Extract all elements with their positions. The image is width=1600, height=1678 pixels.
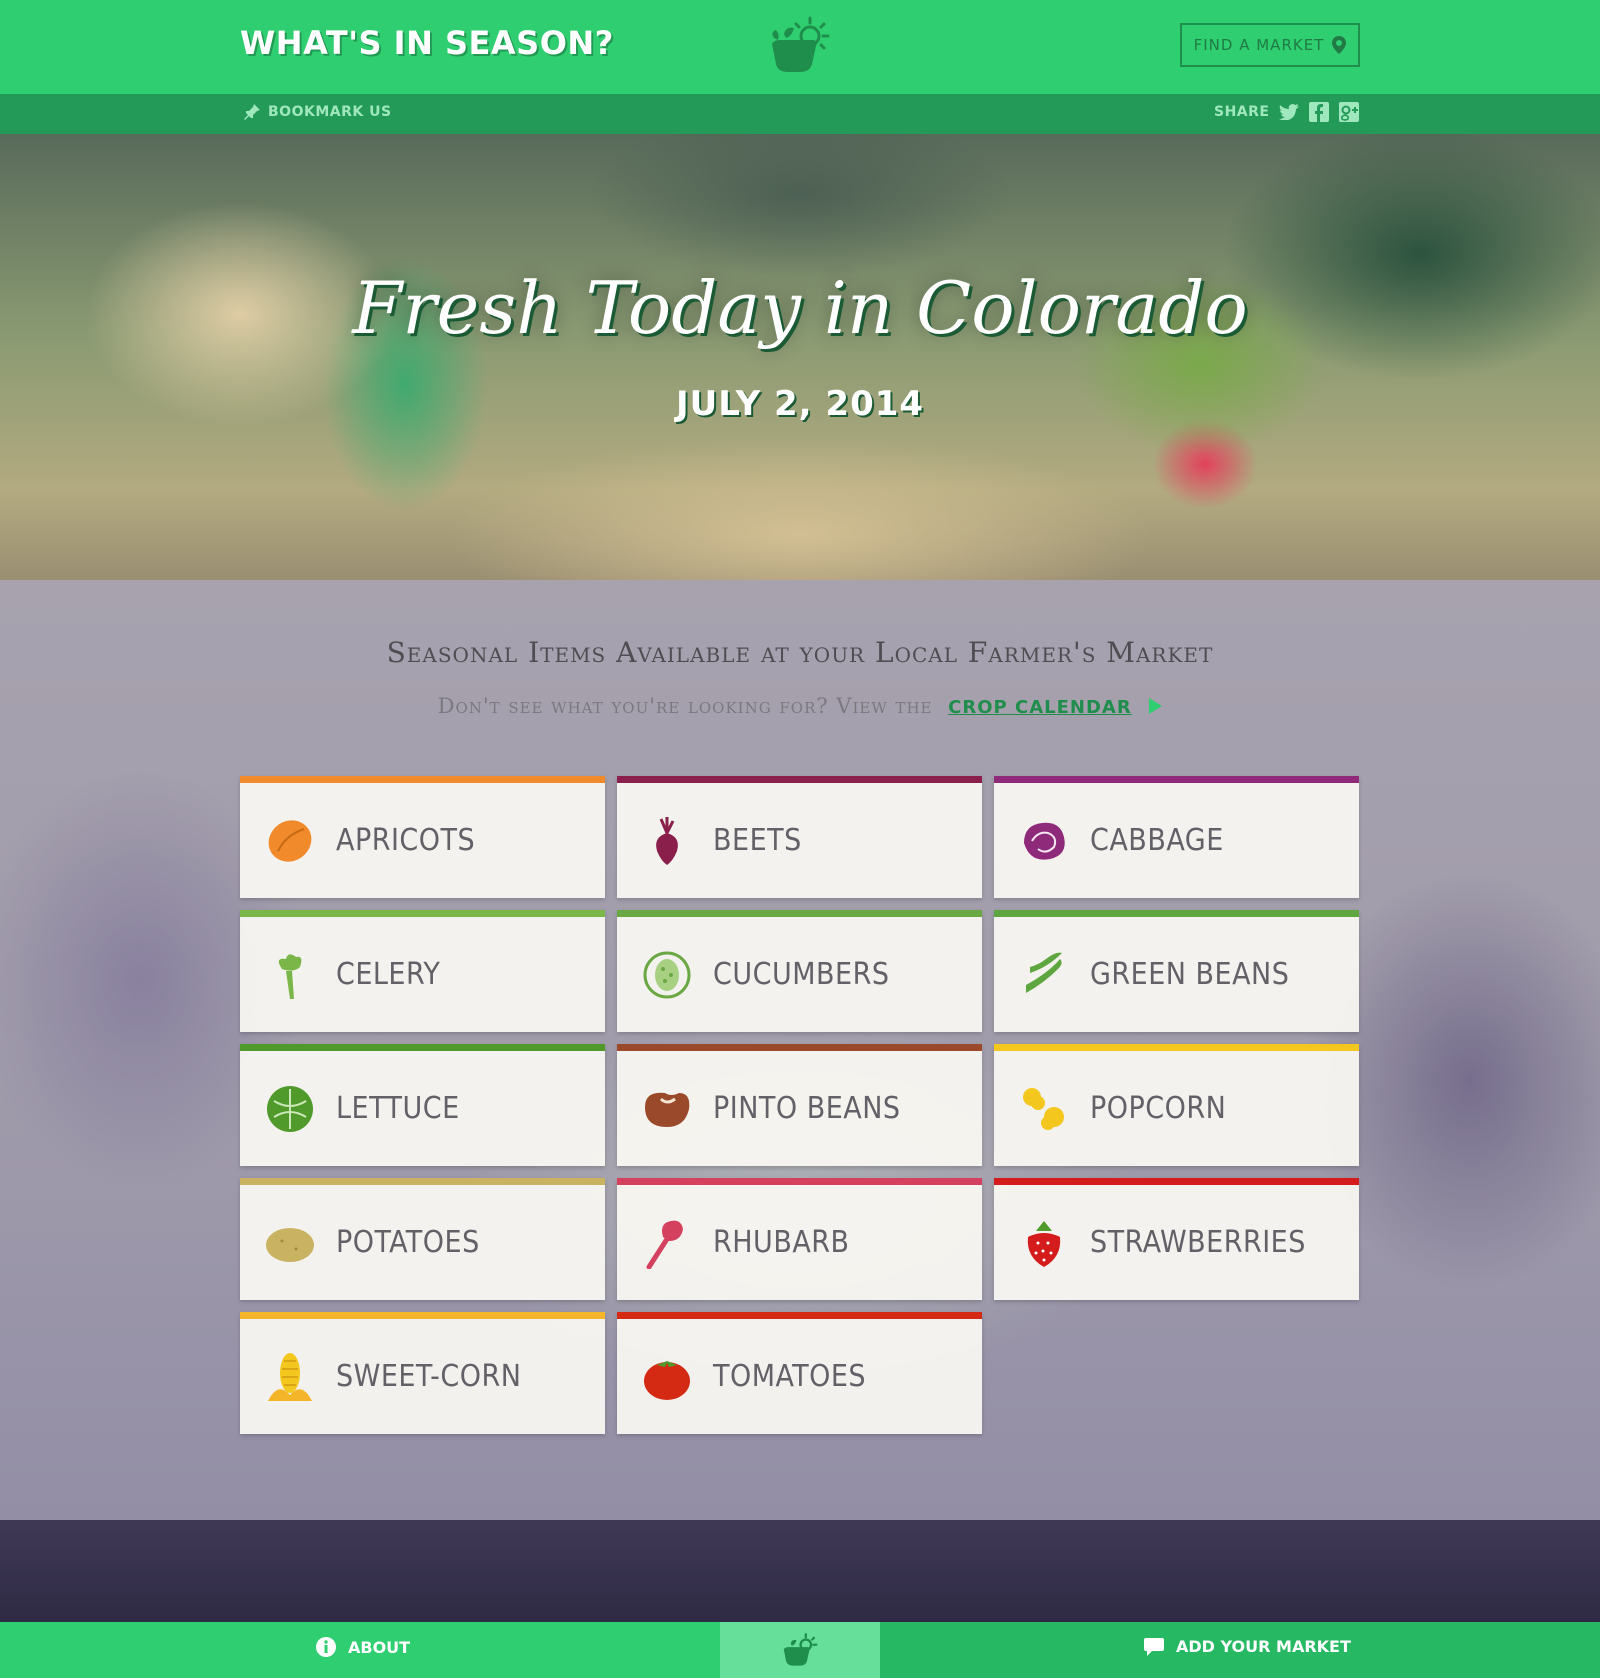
- produce-card[interactable]: RHUBARB: [617, 1178, 982, 1300]
- map-pin-icon: [1332, 36, 1347, 54]
- seasonal-items-section: Seasonal Items Available at your Local F…: [0, 580, 1600, 1520]
- produce-label: LETTUCE: [336, 1091, 460, 1126]
- green-beans-icon: [1026, 952, 1062, 993]
- rhubarb-icon: [646, 1220, 683, 1269]
- items-grid: APRICOTS BEETS CABBAGE CELERY CUCUMBERS GREEN…: [240, 776, 1360, 1434]
- produce-label: POTATOES: [336, 1225, 480, 1260]
- section-subtitle-text: Don't see what you're looking for? View …: [437, 694, 933, 718]
- add-market-label: ADD YOUR MARKET: [1176, 1637, 1351, 1656]
- find-market-button[interactable]: FIND A MARKET: [1180, 23, 1360, 67]
- google-plus-icon[interactable]: [1339, 102, 1360, 122]
- apricot-icon: [268, 819, 312, 862]
- produce-label: PINTO BEANS: [713, 1091, 901, 1126]
- add-market-link[interactable]: ADD YOUR MARKET: [1144, 1637, 1351, 1656]
- cabbage-icon: [1024, 822, 1065, 860]
- produce-label: SWEET-CORN: [336, 1359, 522, 1394]
- produce-card[interactable]: POPCORN: [994, 1044, 1359, 1166]
- produce-label: POPCORN: [1090, 1091, 1227, 1126]
- twitter-icon[interactable]: [1279, 104, 1300, 120]
- cucumber-icon: [643, 951, 691, 998]
- basket-sun-icon: [783, 1633, 818, 1666]
- pin-icon: [244, 104, 260, 120]
- produce-card[interactable]: TOMATOES: [617, 1312, 982, 1434]
- produce-card[interactable]: CELERY: [240, 910, 605, 1032]
- chat-bubble-icon: [1144, 1637, 1164, 1656]
- share-label: SHARE: [1214, 104, 1270, 120]
- section-title: Seasonal Items Available at your Local F…: [386, 636, 1214, 669]
- produce-label: APRICOTS: [336, 823, 476, 858]
- crop-calendar-link[interactable]: CROP CALENDAR: [948, 697, 1132, 718]
- beet-icon: [656, 816, 678, 865]
- hero-date: JULY 2, 2014: [675, 384, 925, 424]
- produce-label: CABBAGE: [1090, 823, 1224, 858]
- produce-card[interactable]: SWEET-CORN: [240, 1312, 605, 1434]
- produce-card[interactable]: STRAWBERRIES: [994, 1178, 1359, 1300]
- info-icon: [316, 1637, 336, 1657]
- produce-label: STRAWBERRIES: [1090, 1225, 1306, 1260]
- produce-card[interactable]: LETTUCE: [240, 1044, 605, 1166]
- produce-card[interactable]: POTATOES: [240, 1178, 605, 1300]
- facebook-icon[interactable]: [1309, 102, 1330, 122]
- home-button[interactable]: [720, 1622, 880, 1678]
- produce-label: CUCUMBERS: [713, 957, 890, 992]
- produce-label: BEETS: [713, 823, 802, 858]
- produce-card[interactable]: PINTO BEANS: [617, 1044, 982, 1166]
- sub-header: [0, 94, 1600, 134]
- footer-backdrop: [0, 1520, 1600, 1622]
- basket-sun-logo-icon[interactable]: [766, 14, 834, 76]
- bottom-nav: [0, 1622, 1600, 1678]
- bookmark-label: BOOKMARK US: [268, 104, 392, 120]
- potato-icon: [266, 1227, 314, 1262]
- tomato-icon: [644, 1360, 690, 1400]
- hero-banner: Fresh Today in Colorado JULY 2, 2014: [0, 134, 1600, 580]
- produce-card[interactable]: CUCUMBERS: [617, 910, 982, 1032]
- bookmark-link[interactable]: BOOKMARK US: [244, 104, 392, 120]
- section-subtitle: Don't see what you're looking for? View …: [0, 694, 1600, 718]
- produce-card[interactable]: CABBAGE: [994, 776, 1359, 898]
- about-label: ABOUT: [348, 1637, 411, 1657]
- produce-label: RHUBARB: [713, 1225, 850, 1260]
- produce-card[interactable]: GREEN BEANS: [994, 910, 1359, 1032]
- pinto-beans-icon: [645, 1092, 690, 1127]
- about-link[interactable]: ABOUT: [316, 1637, 410, 1657]
- produce-label: GREEN BEANS: [1090, 957, 1290, 992]
- corn-icon: [268, 1352, 312, 1401]
- produce-label: TOMATOES: [713, 1359, 867, 1394]
- strawberry-icon: [1027, 1220, 1061, 1267]
- produce-card[interactable]: BEETS: [617, 776, 982, 898]
- popcorn-icon: [1023, 1087, 1064, 1130]
- hero-title: Fresh Today in Colorado: [352, 266, 1248, 350]
- celery-icon: [278, 953, 302, 999]
- lettuce-icon: [267, 1085, 313, 1132]
- produce-card[interactable]: APRICOTS: [240, 776, 605, 898]
- find-market-label: FIND A MARKET: [1193, 36, 1325, 54]
- site-title[interactable]: WHAT'S IN SEASON?: [240, 24, 614, 62]
- play-arrow-icon[interactable]: [1149, 698, 1163, 714]
- produce-label: CELERY: [336, 957, 441, 992]
- share-bar: SHARE: [1214, 102, 1360, 122]
